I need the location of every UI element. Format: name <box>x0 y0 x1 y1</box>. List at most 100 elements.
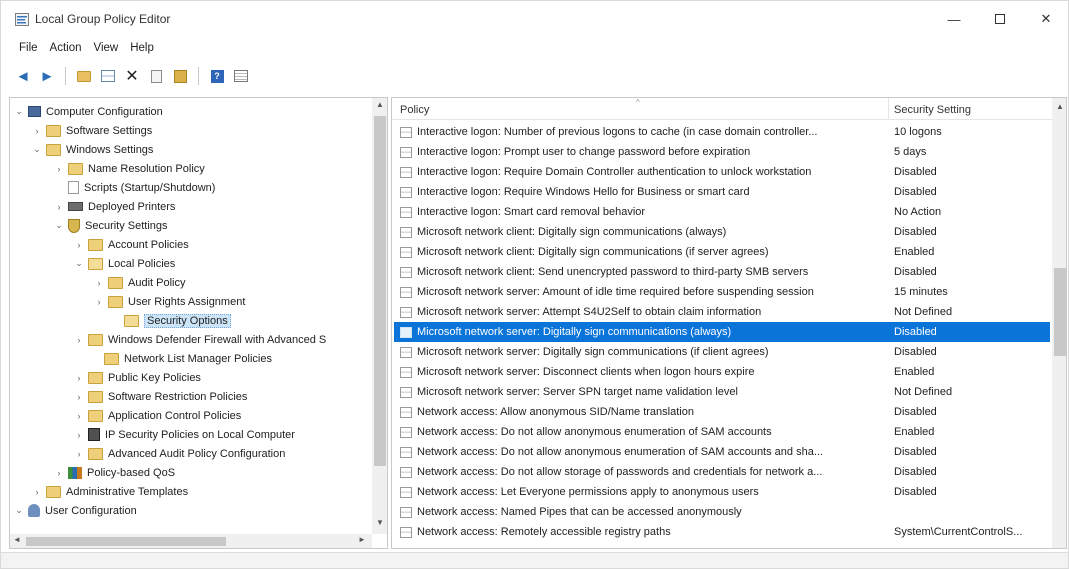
tree-node[interactable]: › Public Key Policies <box>74 368 201 387</box>
scroll-thumb[interactable] <box>1054 268 1066 356</box>
policy-setting-icon <box>400 346 412 358</box>
menu-view[interactable]: View <box>90 40 127 60</box>
tree-node[interactable]: › Windows Defender Firewall with Advanced… <box>74 330 326 349</box>
help-button[interactable]: ? <box>207 66 227 86</box>
policy-row[interactable]: Microsoft network server: Disconnect cli… <box>394 362 1050 382</box>
tree-node[interactable]: ⌄ Computer Configuration <box>14 102 163 121</box>
policy-row[interactable]: Microsoft network client: Send unencrypt… <box>394 262 1050 282</box>
tree-vertical-scrollbar[interactable]: ▲ ▼ <box>372 98 387 534</box>
scroll-right-arrow-icon[interactable]: ► <box>358 535 366 544</box>
up-one-level-button[interactable] <box>74 66 94 86</box>
menu-action[interactable]: Action <box>46 40 90 60</box>
tree-node[interactable]: Security Options <box>110 311 231 330</box>
policy-name: Interactive logon: Require Domain Contro… <box>417 166 812 178</box>
back-button[interactable]: ◄ <box>13 66 33 86</box>
collapse-chevron-icon[interactable]: ⌄ <box>14 505 24 516</box>
policy-row[interactable]: Network access: Named Pipes that can be … <box>394 502 1050 522</box>
expand-chevron-icon[interactable]: › <box>74 373 84 383</box>
tree-node[interactable]: › Advanced Audit Policy Configuration <box>74 444 285 463</box>
policy-row[interactable]: Interactive logon: Require Domain Contro… <box>394 162 1050 182</box>
expand-chevron-icon[interactable]: › <box>32 126 42 136</box>
tree-node[interactable]: ⌄ Local Policies <box>74 254 175 273</box>
tree-node[interactable]: ⌄ Security Settings <box>54 216 168 235</box>
tree-horizontal-scrollbar[interactable]: ◄ ► <box>10 534 372 548</box>
scroll-thumb[interactable] <box>26 537 226 546</box>
tree-node[interactable]: › IP Security Policies on Local Computer <box>74 425 295 444</box>
maximize-button[interactable] <box>977 1 1023 37</box>
menu-file[interactable]: File <box>15 40 46 60</box>
tree-node[interactable]: › Administrative Templates <box>32 482 188 501</box>
policy-row[interactable]: Network access: Do not allow anonymous e… <box>394 422 1050 442</box>
collapse-chevron-icon[interactable]: ⌄ <box>14 106 24 117</box>
expand-chevron-icon[interactable]: › <box>32 487 42 497</box>
policy-row[interactable]: Network access: Allow anonymous SID/Name… <box>394 402 1050 422</box>
policy-row[interactable]: Microsoft network client: Digitally sign… <box>394 222 1050 242</box>
security-setting-value: Not Defined <box>894 386 953 398</box>
policy-row[interactable]: Microsoft network server: Server SPN tar… <box>394 382 1050 402</box>
collapse-chevron-icon[interactable]: ⌄ <box>74 258 84 269</box>
expand-chevron-icon[interactable]: › <box>74 449 84 459</box>
expand-chevron-icon[interactable]: › <box>54 468 64 478</box>
minimize-button[interactable]: — <box>931 1 977 37</box>
expand-chevron-icon[interactable]: › <box>74 430 84 440</box>
policy-row[interactable]: Interactive logon: Number of previous lo… <box>394 122 1050 142</box>
tree-node[interactable]: ⌄ User Configuration <box>14 501 137 520</box>
list-vertical-scrollbar[interactable]: ▲ <box>1052 98 1066 548</box>
tree-node[interactable]: › Name Resolution Policy <box>54 159 205 178</box>
tree-node[interactable]: › Deployed Printers <box>54 197 176 216</box>
tree-node[interactable]: › Audit Policy <box>94 273 185 292</box>
policy-setting-icon <box>400 186 412 198</box>
scroll-up-arrow-icon[interactable]: ▲ <box>372 100 387 109</box>
tree-node[interactable]: › Software Settings <box>32 121 152 140</box>
tree-node[interactable]: Scripts (Startup/Shutdown) <box>54 178 215 197</box>
delete-button[interactable]: ✕ <box>122 66 142 86</box>
policy-row[interactable]: Network access: Let Everyone permissions… <box>394 482 1050 502</box>
scroll-up-arrow-icon[interactable]: ▲ <box>1052 102 1066 111</box>
tree-node[interactable]: › Account Policies <box>74 235 189 254</box>
column-header-security-setting[interactable]: Security Setting <box>894 104 971 116</box>
policy-row[interactable]: Network access: Remotely accessible regi… <box>394 522 1050 542</box>
expand-chevron-icon[interactable]: › <box>54 164 64 174</box>
column-divider[interactable] <box>888 98 889 120</box>
collapse-chevron-icon[interactable]: ⌄ <box>32 144 42 155</box>
tree-node[interactable]: › User Rights Assignment <box>94 292 245 311</box>
collapse-chevron-icon[interactable]: ⌄ <box>54 220 64 231</box>
title-bar[interactable]: Local Group Policy Editor — ✕ <box>1 1 1068 37</box>
folder-icon <box>104 352 119 365</box>
scroll-thumb[interactable] <box>374 116 386 466</box>
expand-chevron-icon[interactable]: › <box>74 411 84 421</box>
policy-row[interactable]: Interactive logon: Require Windows Hello… <box>394 182 1050 202</box>
expand-chevron-icon[interactable]: › <box>94 297 104 307</box>
expand-chevron-icon[interactable]: › <box>94 278 104 288</box>
close-button[interactable]: ✕ <box>1023 1 1069 37</box>
tree-node[interactable]: › Policy-based QoS <box>54 463 175 482</box>
policy-row[interactable]: Network access: Do not allow storage of … <box>394 462 1050 482</box>
expand-chevron-icon[interactable]: › <box>54 202 64 212</box>
policy-row[interactable]: Interactive logon: Smart card removal be… <box>394 202 1050 222</box>
policy-row[interactable]: Microsoft network server: Digitally sign… <box>394 342 1050 362</box>
scroll-left-arrow-icon[interactable]: ◄ <box>13 535 21 544</box>
expand-chevron-icon[interactable]: › <box>74 240 84 250</box>
expand-chevron-icon[interactable]: › <box>74 392 84 402</box>
policy-row[interactable]: Interactive logon: Prompt user to change… <box>394 142 1050 162</box>
security-setting-value: System\CurrentControlS... <box>894 526 1023 538</box>
folder-icon <box>68 162 83 175</box>
export-list-button[interactable] <box>170 66 190 86</box>
policy-row[interactable]: Microsoft network server: Digitally sign… <box>394 322 1050 342</box>
expand-chevron-icon[interactable]: › <box>74 335 84 345</box>
column-header-policy[interactable]: Policy <box>400 104 429 116</box>
policy-row[interactable]: Microsoft network server: Attempt S4U2Se… <box>394 302 1050 322</box>
policy-row[interactable]: Microsoft network server: Amount of idle… <box>394 282 1050 302</box>
forward-button[interactable]: ► <box>37 66 57 86</box>
tree-node[interactable]: › Application Control Policies <box>74 406 241 425</box>
tree-node[interactable]: ⌄ Windows Settings <box>32 140 153 159</box>
tree-node[interactable]: Network List Manager Policies <box>90 349 272 368</box>
menu-help[interactable]: Help <box>126 40 162 60</box>
properties-doc-button[interactable] <box>146 66 166 86</box>
tree-node[interactable]: › Software Restriction Policies <box>74 387 247 406</box>
properties-button[interactable] <box>231 66 251 86</box>
show-hide-console-tree-button[interactable] <box>98 66 118 86</box>
policy-row[interactable]: Microsoft network client: Digitally sign… <box>394 242 1050 262</box>
scroll-down-arrow-icon[interactable]: ▼ <box>372 518 387 527</box>
policy-row[interactable]: Network access: Do not allow anonymous e… <box>394 442 1050 462</box>
